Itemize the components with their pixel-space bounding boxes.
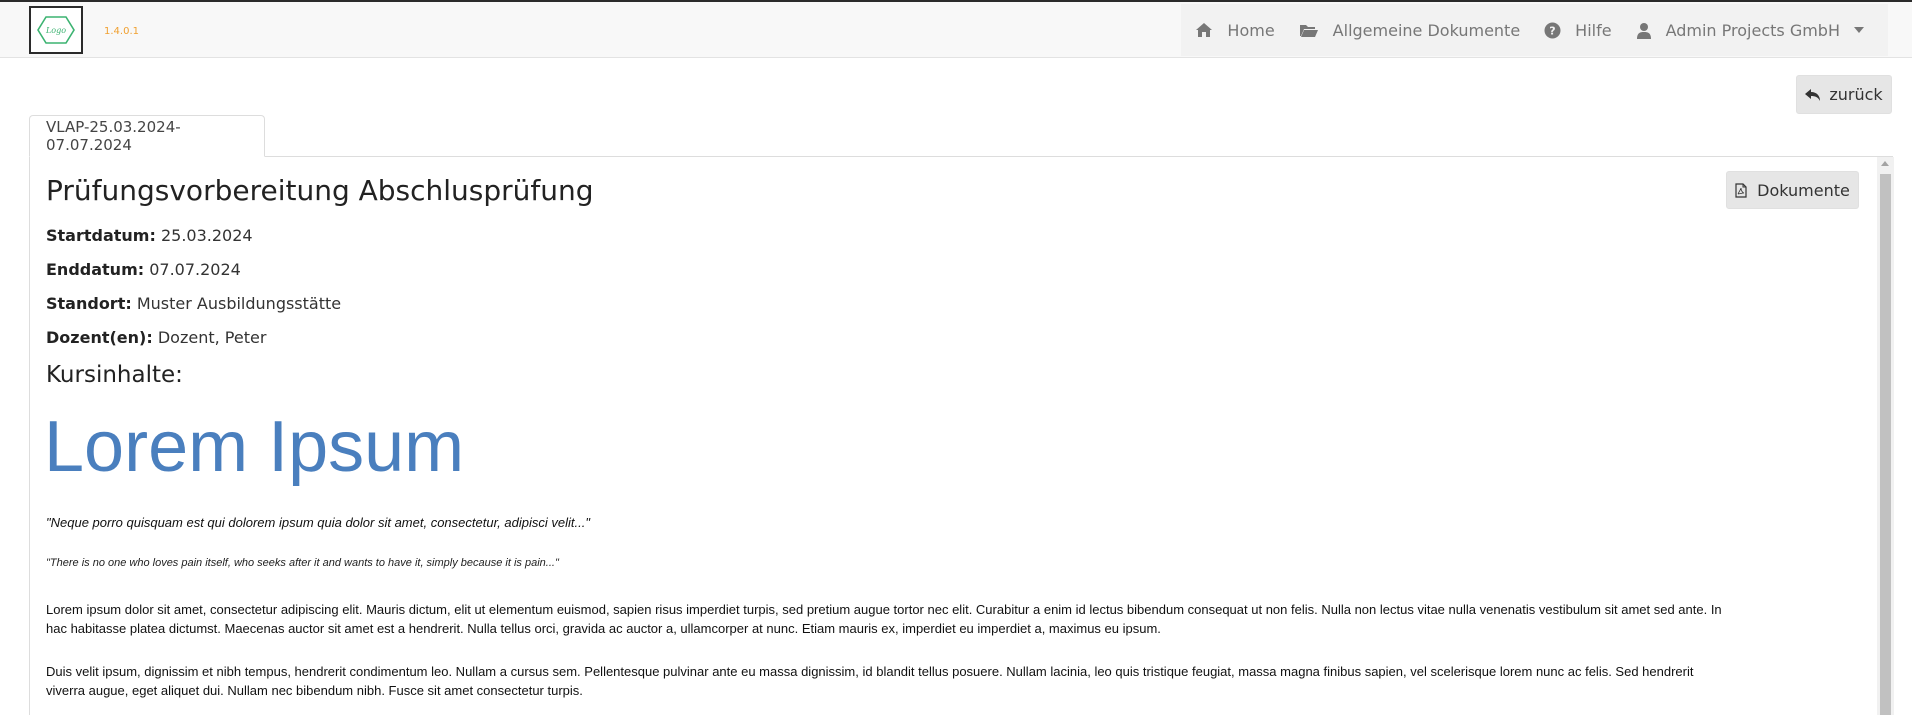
field-label: Startdatum: [46, 226, 156, 245]
content-paragraph: Lorem ipsum dolor sit amet, consectetur … [46, 602, 1722, 636]
tab-course[interactable]: VLAP-25.03.2024-07.07.2024 [29, 115, 265, 157]
field-start-date: Startdatum: 25.03.2024 [46, 226, 253, 245]
nav-help-label: Hilfe [1575, 20, 1612, 40]
scroll-up-arrow-icon[interactable] [1881, 161, 1889, 166]
navbar: Logo 1.4.0.1 Home Allgemeine Dokumente ?… [0, 2, 1912, 58]
course-contents-heading: Kursinhalte: [46, 362, 183, 388]
page-title: Prüfungsvorbereitung Abschlusprüfung [46, 174, 594, 207]
content-heading: Lorem Ipsum [44, 407, 465, 487]
content-quote-secondary: "There is no one who loves pain itself, … [46, 557, 559, 569]
field-end-date: Enddatum: 07.07.2024 [46, 260, 241, 279]
nav-help[interactable]: ? Hilfe [1544, 20, 1612, 40]
file-pdf-icon [1735, 182, 1747, 198]
documents-button[interactable]: Dokumente [1726, 171, 1859, 209]
content-paragraph: Duis velit ipsum, dignissim et nibh temp… [46, 664, 1694, 698]
svg-text:Logo: Logo [45, 26, 66, 35]
field-value: Dozent, Peter [157, 328, 267, 347]
scrollbar[interactable] [1877, 157, 1894, 715]
field-value: 07.07.2024 [149, 260, 241, 279]
back-button-label: zurück [1829, 85, 1883, 104]
chevron-down-icon [1854, 27, 1864, 33]
reply-icon [1805, 88, 1821, 101]
logo-icon: Logo [37, 16, 75, 44]
back-button[interactable]: zurück [1796, 75, 1892, 114]
nav-general-documents[interactable]: Allgemeine Dokumente [1299, 20, 1521, 40]
documents-button-label: Dokumente [1757, 180, 1850, 200]
field-location: Standort: Muster Ausbildungsstätte [46, 294, 341, 313]
nav-user-label: Admin Projects GmbH [1665, 20, 1840, 40]
folder-open-icon [1299, 25, 1318, 37]
field-value: 25.03.2024 [160, 226, 253, 245]
field-label: Dozent(en): [46, 328, 153, 347]
question-circle-icon: ? [1544, 22, 1561, 38]
field-value: Muster Ausbildungsstätte [136, 294, 342, 313]
nav-user-menu[interactable]: Admin Projects GmbH [1636, 21, 1864, 40]
logo[interactable]: Logo [29, 6, 83, 54]
content-quote-primary: "Neque porro quisquam est qui dolorem ip… [46, 515, 590, 530]
field-label: Enddatum: [46, 260, 145, 279]
field-label: Standort: [46, 294, 132, 313]
user-icon [1636, 22, 1651, 39]
nav-home-label: Home [1227, 20, 1275, 40]
nav-general-documents-label: Allgemeine Dokumente [1332, 20, 1521, 40]
field-instructors: Dozent(en): Dozent, Peter [46, 328, 266, 347]
home-icon [1196, 23, 1213, 37]
scroll-thumb[interactable] [1880, 174, 1891, 715]
svg-text:?: ? [1549, 24, 1555, 37]
tab-course-label: VLAP-25.03.2024-07.07.2024 [46, 118, 181, 154]
nav-menu: Home Allgemeine Dokumente ? Hilfe Admin … [1181, 4, 1888, 56]
nav-home[interactable]: Home [1195, 20, 1275, 40]
app-version: 1.4.0.1 [104, 26, 139, 37]
